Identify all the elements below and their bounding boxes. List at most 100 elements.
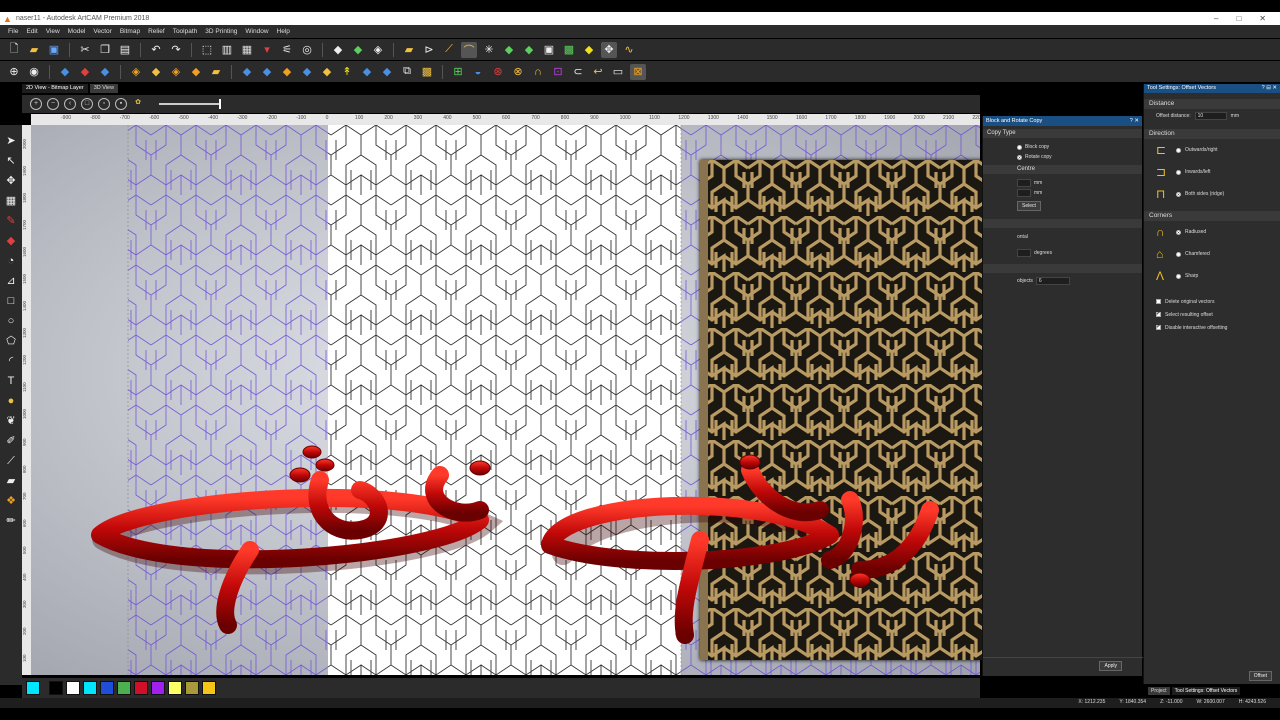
select-vectors-icon[interactable]: ⬚ <box>199 42 215 58</box>
copy-icon[interactable]: ❐ <box>97 42 113 58</box>
relief-offset-icon[interactable]: ▰ <box>208 64 224 80</box>
relief-spiral-icon[interactable]: ⊗ <box>510 64 526 80</box>
transparency-slider[interactable] <box>159 99 221 109</box>
both-sides-radio[interactable] <box>1176 191 1181 197</box>
relief-bowl-icon[interactable]: ◒ <box>470 64 486 80</box>
relief-stack-icon[interactable]: ▩ <box>419 64 435 80</box>
arc-icon[interactable]: ◜ <box>3 353 19 369</box>
layers-icon[interactable]: ◆ <box>521 42 537 58</box>
view-fit-icon[interactable]: ◉ <box>26 64 42 80</box>
lasso-icon[interactable]: ◔ <box>3 253 19 269</box>
color-swatch[interactable] <box>117 681 131 695</box>
color-swatch[interactable] <box>151 681 165 695</box>
relief-merge-icon[interactable]: ◆ <box>239 64 255 80</box>
color-swatch[interactable] <box>100 681 114 695</box>
zoom-window-icon[interactable]: ▫ <box>98 98 110 110</box>
transform-icon[interactable]: ▥ <box>219 42 235 58</box>
gem-icon[interactable]: ◆ <box>501 42 517 58</box>
outwards-radio[interactable] <box>1176 147 1181 153</box>
color-swatch[interactable] <box>168 681 182 695</box>
stack-icon[interactable]: ▩ <box>561 42 577 58</box>
add-relief-icon[interactable]: ⊞ <box>450 64 466 80</box>
color-swatch[interactable] <box>134 681 148 695</box>
minimize-button[interactable]: – <box>1214 14 1218 23</box>
paste-icon[interactable]: ▤ <box>117 42 133 58</box>
close-button[interactable]: ✕ <box>1259 14 1266 23</box>
vector-direction-icon[interactable]: ⊳ <box>421 42 437 58</box>
menu-help[interactable]: Help <box>277 28 290 35</box>
zoom-out-icon[interactable]: − <box>47 98 59 110</box>
select-offset-checkbox[interactable] <box>1156 310 1161 317</box>
drop-icon[interactable]: ● <box>3 393 19 409</box>
maximize-button[interactable]: □ <box>1236 14 1241 23</box>
delete-original-checkbox[interactable] <box>1156 299 1161 304</box>
wave-icon[interactable]: ∿ <box>621 42 637 58</box>
relief-scale-icon[interactable]: ◆ <box>188 64 204 80</box>
zoom-all-icon[interactable]: ▪ <box>115 98 127 110</box>
open-folder-icon[interactable]: ▰ <box>26 42 42 58</box>
ts-close-button[interactable]: ✕ <box>1272 85 1277 91</box>
ts-help-button[interactable]: ? <box>1262 85 1265 91</box>
relief-pattern-icon[interactable]: ⊛ <box>490 64 506 80</box>
open-project-icon[interactable]: ▰ <box>401 42 417 58</box>
relief-cylinder-icon[interactable]: ⧉ <box>399 64 415 80</box>
menu-vector[interactable]: Vector <box>93 28 111 35</box>
pen-icon[interactable]: ✐ <box>3 433 19 449</box>
menu-bitmap[interactable]: Bitmap <box>120 28 140 35</box>
select-arrow-icon[interactable]: ➤ <box>3 133 19 149</box>
zoom-previous-icon[interactable]: ‹ <box>64 98 76 110</box>
color-swatch[interactable] <box>66 681 80 695</box>
new-file-icon[interactable]: 🗋 <box>6 42 22 58</box>
color-swatch[interactable] <box>83 681 97 695</box>
chamfered-radio[interactable] <box>1176 251 1181 257</box>
cut-icon[interactable]: ✂ <box>77 42 93 58</box>
tab-project[interactable]: Project <box>1148 687 1170 695</box>
slider-knob[interactable] <box>219 99 221 109</box>
measure-icon[interactable]: ▦ <box>239 42 255 58</box>
tab-3d-view[interactable]: 3D View <box>89 84 119 93</box>
rotate-copy-radio[interactable] <box>1017 154 1022 160</box>
relief-subtract-icon[interactable]: ◆ <box>279 64 295 80</box>
menu-window[interactable]: Window <box>245 28 268 35</box>
help-button[interactable]: ? <box>1130 118 1133 124</box>
menu-file[interactable]: File <box>8 28 18 35</box>
zoom-fit-icon[interactable]: □ <box>81 98 93 110</box>
relief-combine-icon[interactable]: ◆ <box>97 64 113 80</box>
save-icon[interactable]: ▣ <box>46 42 62 58</box>
line-icon[interactable]: ⟋ <box>441 42 457 58</box>
paint-icon[interactable]: ❖ <box>3 493 19 509</box>
relief-arch-icon[interactable]: ∩ <box>530 64 546 80</box>
relief-down-icon[interactable]: ◈ <box>370 42 386 58</box>
relief-return-icon[interactable]: ↩ <box>590 64 606 80</box>
menu-model[interactable]: Model <box>68 28 86 35</box>
diamond-icon[interactable]: ◆ <box>581 42 597 58</box>
pin-yellow-icon[interactable]: ↟ <box>339 64 355 80</box>
starburst-icon[interactable]: ✳ <box>481 42 497 58</box>
polygon-icon[interactable]: ⬠ <box>3 333 19 349</box>
relief-texture-icon[interactable]: ◈ <box>128 64 144 80</box>
move-icon[interactable]: ✥ <box>3 173 19 189</box>
offset-distance-input[interactable]: 10 <box>1194 112 1227 120</box>
relief-erase-icon[interactable]: ◆ <box>77 64 93 80</box>
relief-loop-icon[interactable]: ⊂ <box>570 64 586 80</box>
erase-icon[interactable]: ▰ <box>3 473 19 489</box>
color-swatch[interactable] <box>185 681 199 695</box>
circle-icon[interactable]: ○ <box>3 313 19 329</box>
relief-weave-icon[interactable]: ◆ <box>299 64 315 80</box>
tab-tool-settings[interactable]: Tool Settings: Offset Vectors <box>1171 687 1241 695</box>
offset-button[interactable]: Offset <box>1248 671 1272 681</box>
relief-angle-icon[interactable]: ◆ <box>379 64 395 80</box>
menu-edit[interactable]: Edit <box>26 28 37 35</box>
angle-input[interactable] <box>1017 249 1031 257</box>
eraser-icon[interactable]: ◆ <box>330 42 346 58</box>
pencil-icon[interactable]: ✏ <box>3 513 19 529</box>
centre-y-input[interactable] <box>1017 189 1031 197</box>
menu-relief[interactable]: Relief <box>148 28 165 35</box>
inwards-radio[interactable] <box>1176 169 1181 175</box>
block-copy-radio[interactable] <box>1017 144 1022 150</box>
relief-shape-icon[interactable]: ◆ <box>57 64 73 80</box>
brush-icon[interactable]: ❦ <box>3 413 19 429</box>
relief-grid-icon[interactable]: ⊠ <box>630 63 646 80</box>
color-swatch[interactable] <box>202 681 216 695</box>
menu-3d-printing[interactable]: 3D Printing <box>205 28 237 35</box>
